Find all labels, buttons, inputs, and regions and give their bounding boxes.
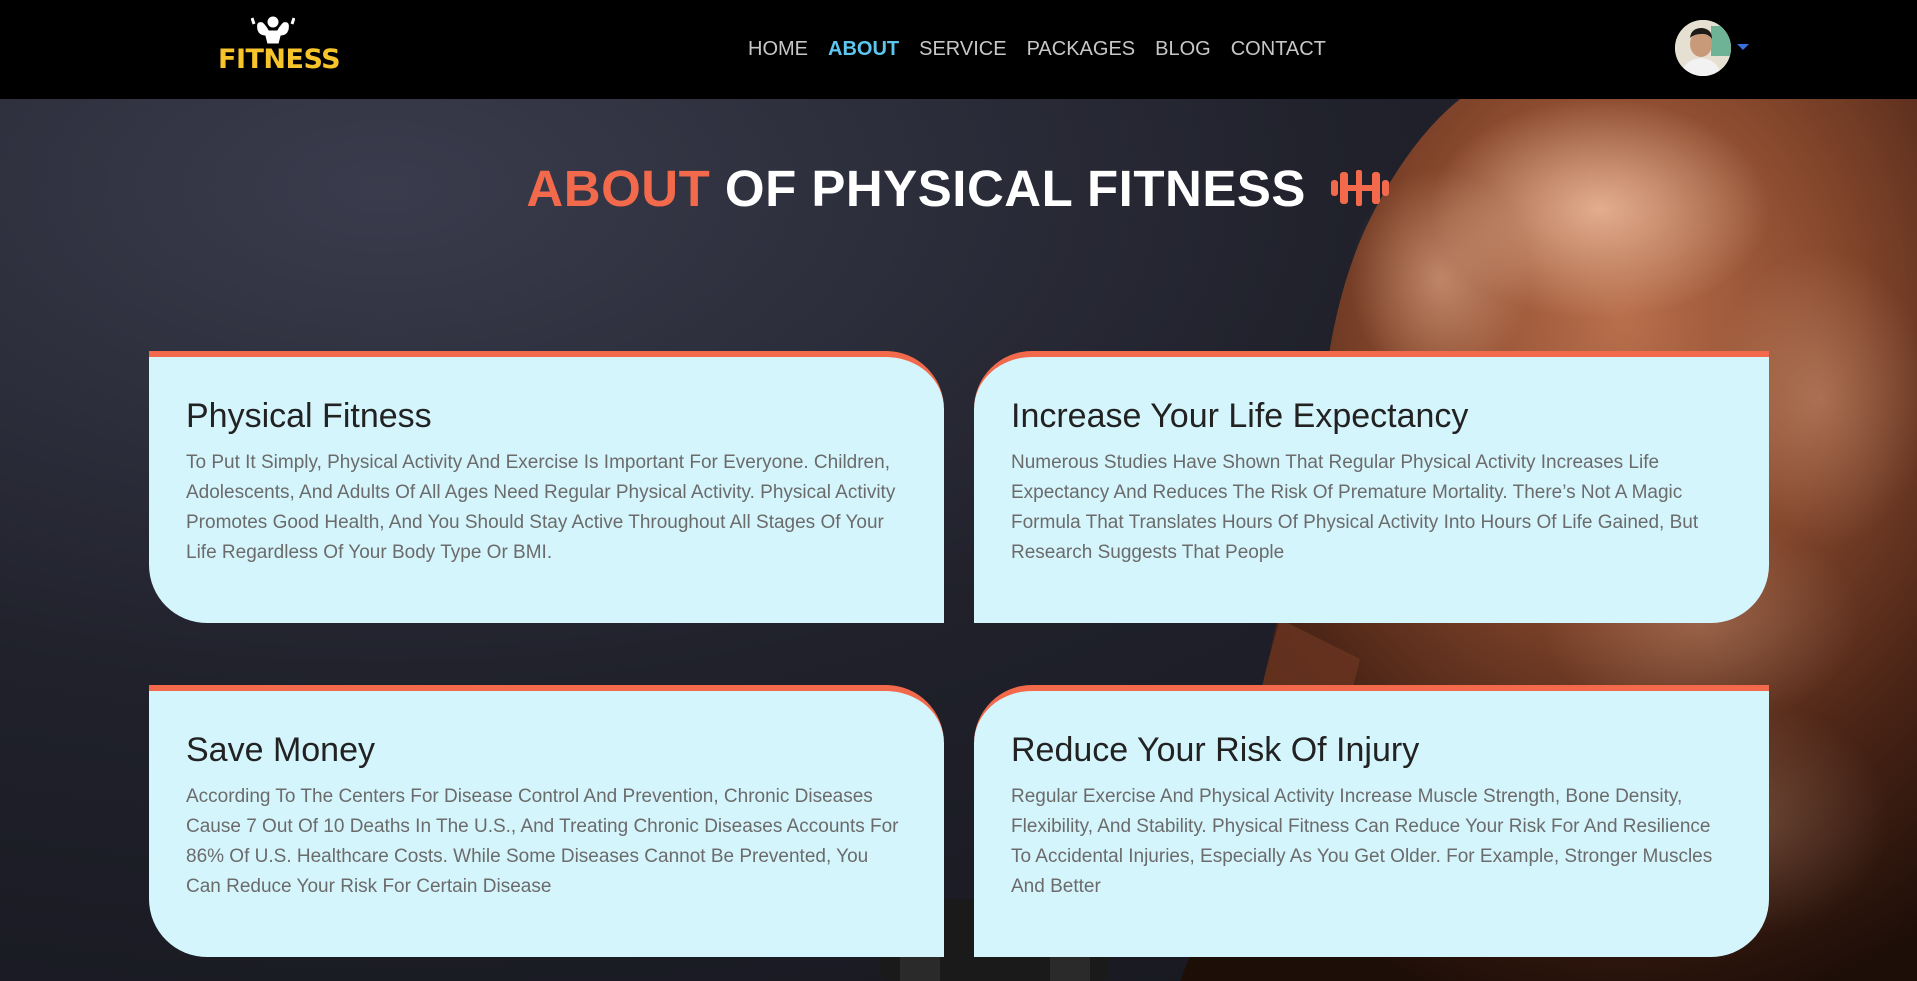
avatar-photo-icon — [1675, 20, 1731, 76]
card-save-money: Save Money According To The Centers For … — [149, 685, 944, 957]
page-title: ABOUT OF PHYSICAL FITNESS — [0, 159, 1917, 222]
caret-down-icon[interactable] — [1737, 44, 1749, 50]
dumbbell-icon — [1329, 163, 1391, 222]
nav-blog[interactable]: BLOG — [1155, 38, 1211, 61]
title-accent: ABOUT — [526, 160, 711, 217]
card-reduce-injury: Reduce Your Risk Of Injury Regular Exerc… — [974, 685, 1769, 957]
user-avatar[interactable] — [1675, 20, 1731, 76]
nav-service[interactable]: SERVICE — [919, 38, 1006, 61]
card-text: According To The Centers For Disease Con… — [186, 786, 899, 897]
brand-logo[interactable]: FITNESS — [218, 14, 341, 78]
card-title: Reduce Your Risk Of Injury — [1011, 731, 1420, 769]
card-life-expectancy: Increase Your Life Expectancy Numerous S… — [974, 351, 1769, 623]
card-title: Save Money — [186, 731, 375, 769]
card-text: To Put It Simply, Physical Activity And … — [186, 452, 896, 563]
title-rest: OF PHYSICAL FITNESS — [724, 160, 1306, 217]
logo-text: FITNESS — [218, 44, 341, 75]
card-title: Increase Your Life Expectancy — [1011, 397, 1469, 435]
nav-home[interactable]: HOME — [748, 38, 808, 61]
card-text: Numerous Studies Have Shown That Regular… — [1011, 452, 1699, 563]
bodybuilder-mascot-icon — [251, 15, 295, 45]
main-nav: HOME ABOUT SERVICE PACKAGES BLOG CONTACT — [748, 38, 1346, 61]
nav-about[interactable]: ABOUT — [828, 38, 899, 61]
card-physical-fitness: Physical Fitness To Put It Simply, Physi… — [149, 351, 944, 623]
navbar: FITNESS HOME ABOUT SERVICE PACKAGES BLOG… — [0, 0, 1917, 99]
card-text: Regular Exercise And Physical Activity I… — [1011, 786, 1713, 897]
nav-packages[interactable]: PACKAGES — [1027, 38, 1136, 61]
nav-contact[interactable]: CONTACT — [1231, 38, 1326, 61]
card-title: Physical Fitness — [186, 397, 432, 435]
